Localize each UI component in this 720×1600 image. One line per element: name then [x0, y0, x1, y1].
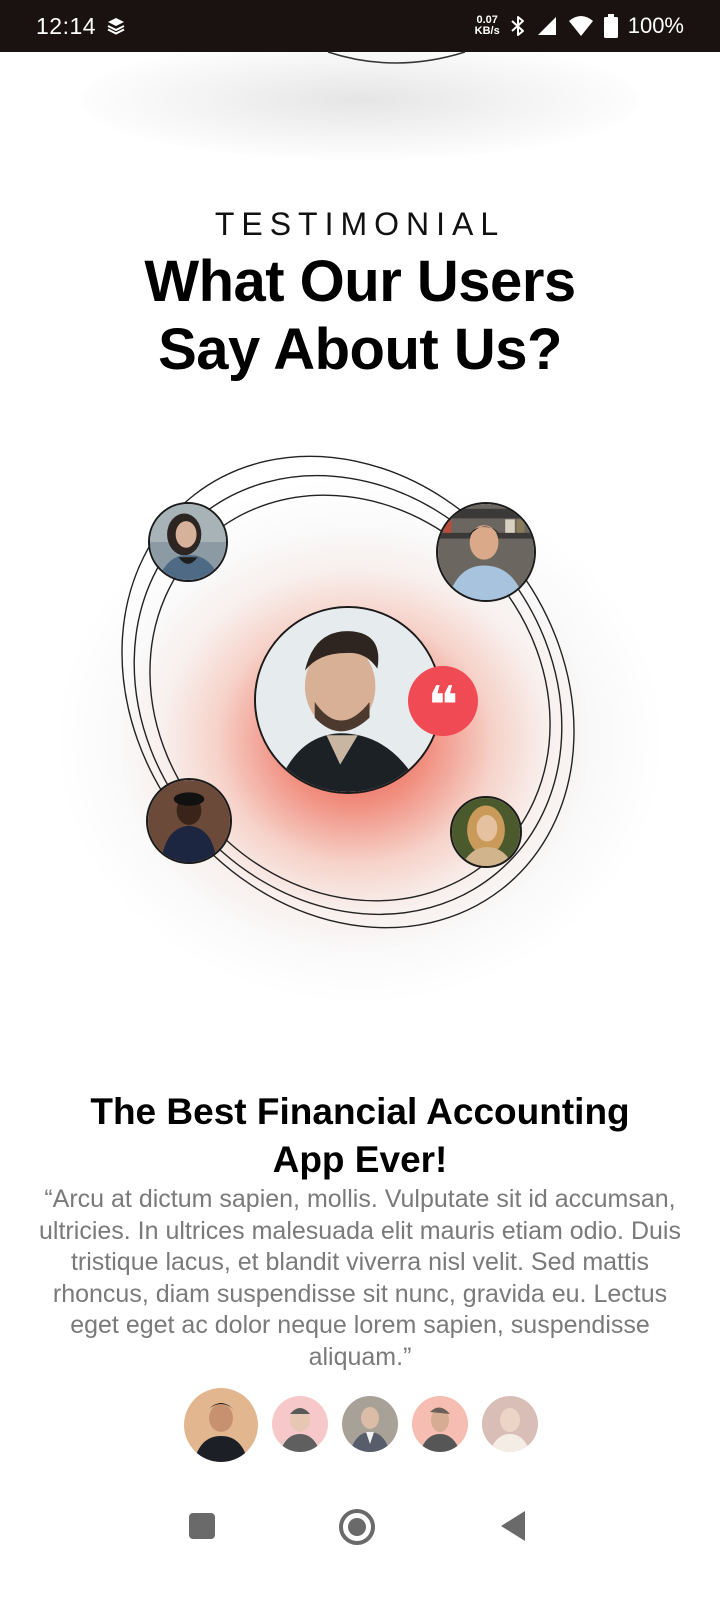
user-avatar-woman-blonde[interactable] — [450, 796, 522, 868]
headline-line-2: Say About Us? — [158, 317, 562, 382]
thumbnail-3[interactable] — [342, 1396, 398, 1452]
testimonial-orbit: ❝ — [0, 440, 720, 1000]
system-nav-bar — [0, 1480, 720, 1600]
headline-line-1: What Our Users — [144, 249, 576, 314]
thumbnail-5[interactable] — [482, 1396, 538, 1452]
review-title: The Best Financial Accounting App Ever! — [40, 1088, 680, 1184]
section-headline: What Our Users Say About Us? — [60, 248, 660, 384]
testimonial-thumbnails — [0, 1386, 720, 1466]
recents-square-icon[interactable] — [188, 1512, 216, 1545]
back-triangle-icon[interactable] — [500, 1510, 526, 1547]
bluetooth-icon — [510, 14, 526, 38]
wifi-icon — [568, 15, 594, 37]
thumbnail-4[interactable] — [412, 1396, 468, 1452]
battery-percent: 100% — [627, 13, 684, 38]
previous-section-orbit-arc — [327, 51, 466, 64]
review-text: “Arcu at dictum sapien, mollis. Vulputat… — [39, 1185, 681, 1371]
user-avatar-man-beret[interactable] — [146, 778, 232, 864]
user-avatar-woman-denim[interactable] — [148, 502, 228, 582]
net-speed-unit: KB/s — [474, 25, 500, 37]
user-avatar-man-bookshelf[interactable] — [436, 502, 536, 602]
thumbnail-1-active[interactable] — [184, 1388, 258, 1462]
thumbnail-2[interactable] — [272, 1396, 328, 1452]
review-title-line-1: The Best Financial Accounting — [90, 1091, 630, 1132]
quote-badge-icon: ❝ — [408, 666, 478, 736]
status-right: 0.07 KB/s 100% — [475, 13, 684, 39]
status-time: 12:14 — [36, 12, 97, 39]
review-title-line-2: App Ever! — [272, 1139, 448, 1180]
net-speed: 0.07 KB/s — [475, 15, 500, 37]
battery-icon — [603, 14, 618, 38]
layers-icon — [106, 16, 126, 36]
signal-icon — [536, 15, 558, 37]
status-left: 12:14 — [36, 13, 126, 40]
home-circle-icon[interactable] — [338, 1508, 376, 1551]
section-eyebrow: TESTIMONIAL — [214, 206, 506, 242]
